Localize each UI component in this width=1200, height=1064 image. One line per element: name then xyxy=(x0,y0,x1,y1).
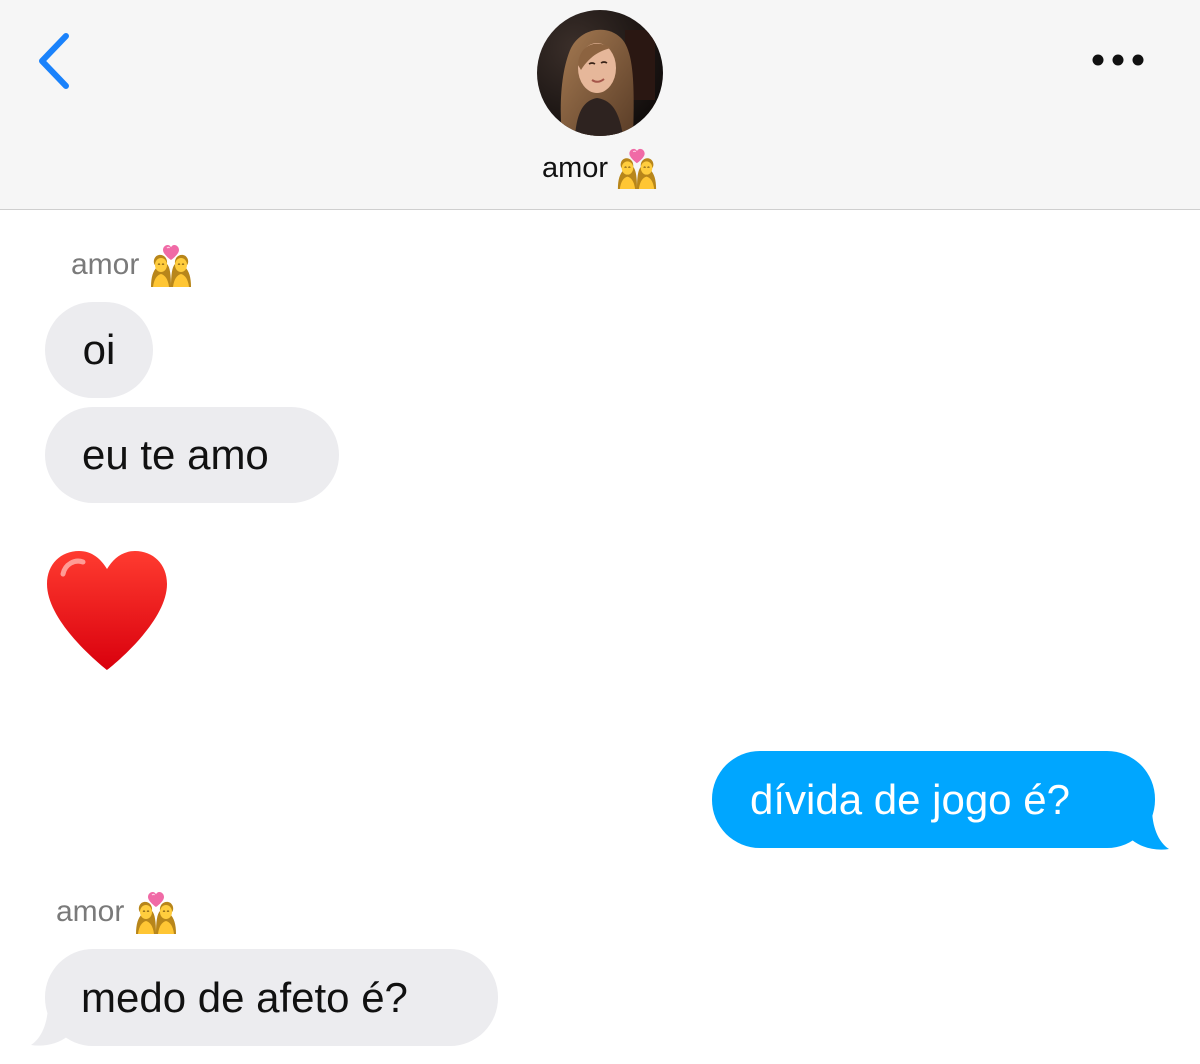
couple-with-heart-icon xyxy=(134,890,178,934)
couple-with-heart-icon xyxy=(616,147,658,189)
chevron-left-icon xyxy=(39,33,69,89)
contact-avatar[interactable] xyxy=(537,10,663,136)
red-heart-icon xyxy=(47,551,167,670)
ellipsis-icon xyxy=(1092,54,1144,66)
emoji-message[interactable] xyxy=(43,548,171,672)
message-text: medo de afeto é? xyxy=(81,973,408,1021)
contact-name-text: amor xyxy=(541,151,609,184)
conversation-header: amor xyxy=(0,0,1200,210)
sender-name: amor xyxy=(56,895,125,928)
incoming-message-bubble[interactable]: oi xyxy=(45,302,153,398)
sender-label: amor xyxy=(56,890,178,934)
couple-with-heart-icon xyxy=(149,243,193,287)
outgoing-message-bubble[interactable]: dívida de jogo é? xyxy=(712,751,1155,848)
incoming-message-bubble[interactable]: medo de afeto é? xyxy=(45,949,498,1046)
message-text: oi xyxy=(82,326,116,373)
contact-photo xyxy=(537,10,663,136)
back-button[interactable] xyxy=(30,30,80,94)
incoming-message-bubble[interactable]: eu te amo xyxy=(45,407,339,503)
sender-name: amor xyxy=(71,248,140,281)
message-text: eu te amo xyxy=(82,431,269,478)
sender-label: amor xyxy=(71,243,193,287)
more-options-button[interactable] xyxy=(1082,40,1154,80)
outgoing-bubble-tail xyxy=(1130,808,1169,850)
contact-name[interactable]: amor xyxy=(480,144,720,192)
message-text: dívida de jogo é? xyxy=(750,775,1070,823)
